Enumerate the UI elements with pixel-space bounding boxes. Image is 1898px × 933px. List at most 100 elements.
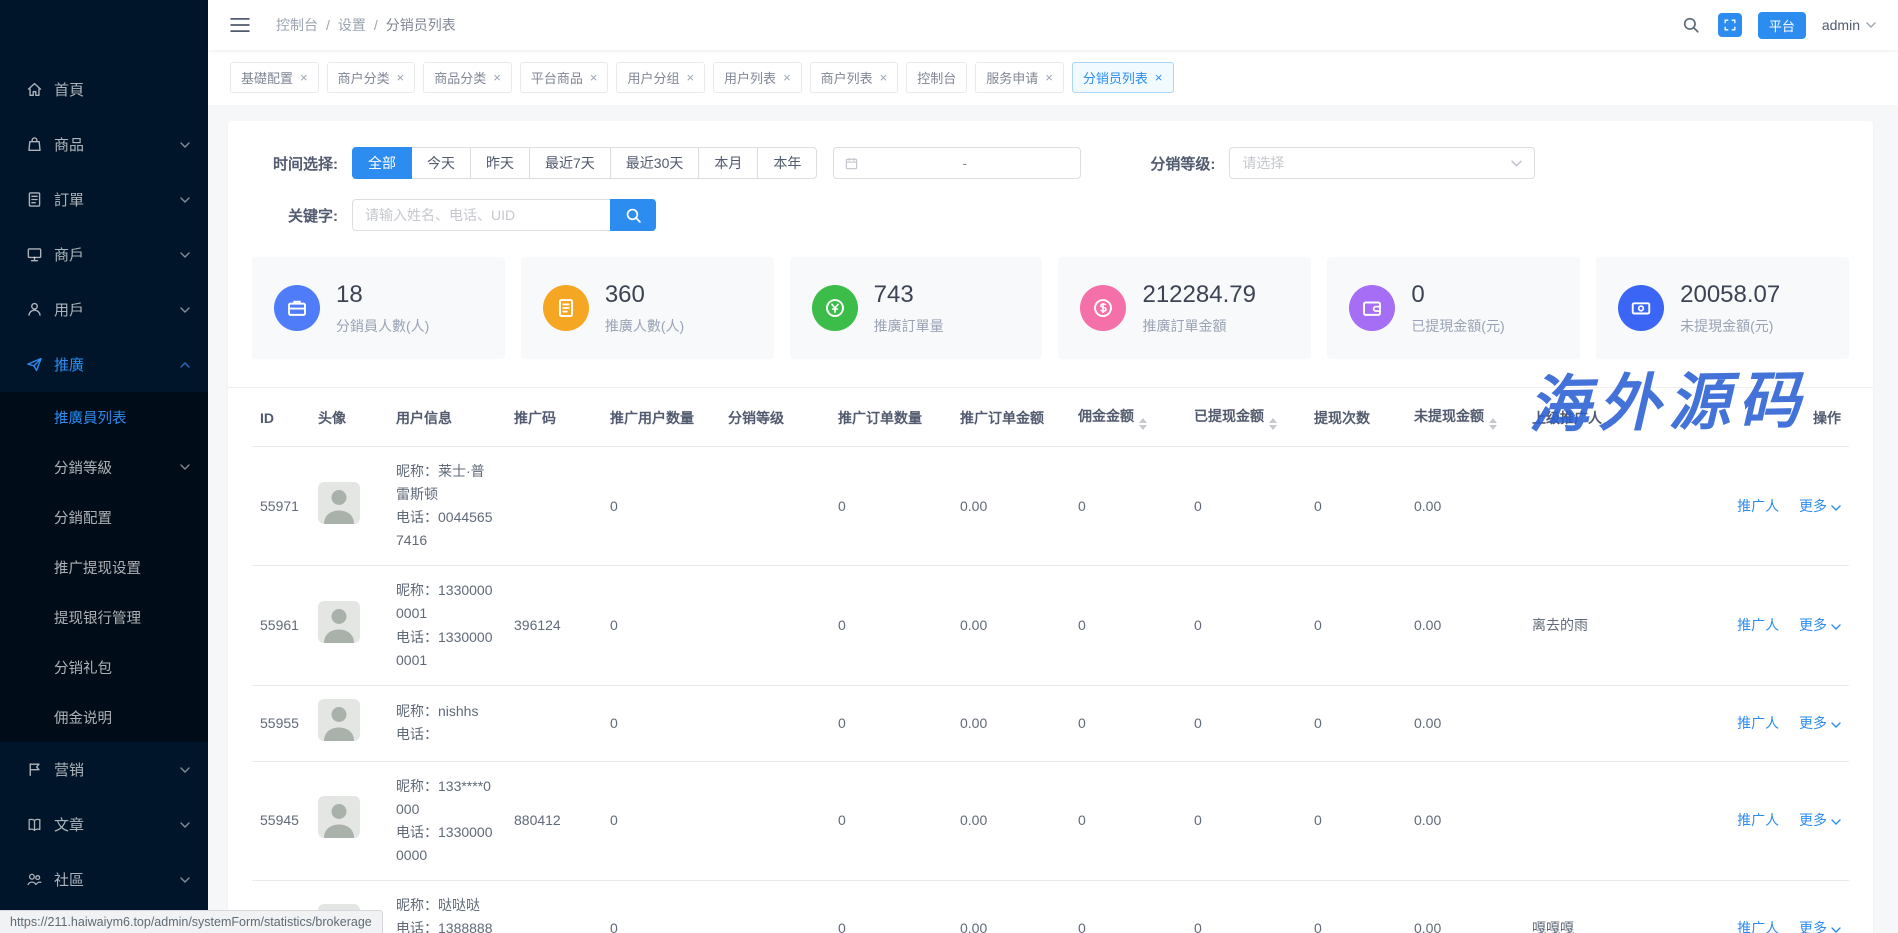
breadcrumb-item[interactable]: 设置 — [338, 15, 366, 35]
date-range-input[interactable]: - — [833, 147, 1081, 179]
cell-id: 55961 — [252, 566, 310, 685]
cell-promo-orders: 0 — [830, 447, 952, 566]
breadcrumb-item[interactable]: 控制台 — [276, 15, 318, 35]
promoter-link[interactable]: 推广人 — [1737, 920, 1779, 933]
distributor-table: ID头像用户信息推广码推广用户数量分销等级推广订单数量推广订单金额佣金金额已提现… — [252, 388, 1849, 933]
sidebar-item-label: 商戶 — [54, 244, 180, 265]
close-icon[interactable]: × — [1045, 71, 1053, 84]
cell-avatar — [310, 761, 388, 880]
tab-bar: 基礎配置 × 商户分类 × 商品分类 × 平台商品 × 用户分组 × 用户列表 … — [208, 50, 1898, 105]
sidebar-subitem-分銷配置[interactable]: 分銷配置 — [0, 492, 208, 542]
sidebar-item-推廣[interactable]: 推廣 — [0, 337, 208, 392]
time-filter-最近30天[interactable]: 最近30天 — [610, 147, 700, 179]
sidebar-subitem-分销礼包[interactable]: 分销礼包 — [0, 642, 208, 692]
promoter-link[interactable]: 推广人 — [1737, 812, 1779, 828]
time-filter-本年[interactable]: 本年 — [757, 147, 817, 179]
sidebar-item-label: 商品 — [54, 134, 180, 155]
tab-用户分组[interactable]: 用户分组 × — [616, 62, 705, 93]
time-filter-最近7天[interactable]: 最近7天 — [529, 147, 611, 179]
sort-icon[interactable] — [1489, 418, 1497, 430]
sidebar-menu: 首頁 商品 訂單 商戶 用戶 推廣 推廣員列表 分銷等級 分銷配置 — [0, 62, 208, 907]
promoter-link[interactable]: 推广人 — [1737, 715, 1779, 731]
close-icon[interactable]: × — [783, 71, 791, 84]
close-icon[interactable]: × — [686, 71, 694, 84]
sort-icon[interactable] — [1269, 418, 1277, 430]
cell-withdrawn: 0 — [1186, 881, 1306, 933]
promoter-link[interactable]: 推广人 — [1737, 617, 1779, 633]
more-link[interactable]: 更多 — [1799, 495, 1841, 518]
tab-分销员列表[interactable]: 分销员列表 × — [1072, 62, 1174, 93]
sidebar-item-商戶[interactable]: 商戶 — [0, 227, 208, 282]
tab-商户分类[interactable]: 商户分类 × — [327, 62, 416, 93]
stat-label: 推廣訂單量 — [874, 316, 944, 336]
close-icon[interactable]: × — [300, 71, 308, 84]
time-filter-昨天[interactable]: 昨天 — [470, 147, 530, 179]
sidebar-item-訂單[interactable]: 訂單 — [0, 172, 208, 227]
cell-promo-users: 0 — [602, 685, 720, 761]
promoter-link[interactable]: 推广人 — [1737, 498, 1779, 514]
close-icon[interactable]: × — [493, 71, 501, 84]
stat-card: 18 分銷員人數(人) — [252, 257, 505, 359]
sidebar-subitem-提现银行管理[interactable]: 提现银行管理 — [0, 592, 208, 642]
stat-value: 18 — [336, 281, 429, 309]
more-link[interactable]: 更多 — [1799, 917, 1841, 933]
cell-unwithdrawn: 0.00 — [1406, 881, 1524, 933]
tab-服务申请[interactable]: 服务申请 × — [975, 62, 1064, 93]
cell-commission: 0 — [1070, 685, 1186, 761]
keyword-search-button[interactable] — [610, 199, 656, 231]
more-link[interactable]: 更多 — [1799, 712, 1841, 735]
sidebar-item-首頁[interactable]: 首頁 — [0, 62, 208, 117]
close-icon[interactable]: × — [880, 71, 888, 84]
cell-commission: 0 — [1070, 447, 1186, 566]
cash-icon — [1618, 285, 1664, 331]
sidebar-subitem-佣金说明[interactable]: 佣金说明 — [0, 692, 208, 742]
cell-order-amount: 0.00 — [952, 566, 1070, 685]
cell-order-amount: 0.00 — [952, 881, 1070, 933]
level-select[interactable]: 请选择 — [1229, 147, 1535, 179]
cell-user-info: 昵称：13300000001电话：13300000001 — [388, 566, 506, 685]
keyword-input[interactable] — [352, 199, 610, 231]
time-filter-本月[interactable]: 本月 — [698, 147, 758, 179]
close-icon[interactable]: × — [1155, 71, 1163, 84]
search-icon[interactable] — [1680, 14, 1702, 36]
more-link[interactable]: 更多 — [1799, 809, 1841, 832]
sidebar-item-label: 社區 — [54, 869, 180, 890]
sidebar-item-营销[interactable]: 营销 — [0, 742, 208, 797]
sidebar-item-商品[interactable]: 商品 — [0, 117, 208, 172]
time-filter-今天[interactable]: 今天 — [411, 147, 471, 179]
time-filter-全部[interactable]: 全部 — [352, 147, 412, 179]
sidebar-subitem-推广提现设置[interactable]: 推广提现设置 — [0, 542, 208, 592]
cell-promo-code — [506, 447, 602, 566]
cell-withdrawn: 0 — [1186, 761, 1306, 880]
more-link[interactable]: 更多 — [1799, 614, 1841, 637]
coin-icon — [1080, 285, 1126, 331]
tab-用户列表[interactable]: 用户列表 × — [713, 62, 802, 93]
tab-控制台[interactable]: 控制台 — [906, 62, 967, 93]
sidebar-subitem-分銷等級[interactable]: 分銷等級 — [0, 442, 208, 492]
sidebar-item-文章[interactable]: 文章 — [0, 797, 208, 852]
sidebar-subitem-推廣員列表[interactable]: 推廣員列表 — [0, 392, 208, 442]
tab-基礎配置[interactable]: 基礎配置 × — [230, 62, 319, 93]
close-icon[interactable]: × — [397, 71, 405, 84]
cell-actions: 推广人 更多 — [1676, 881, 1849, 933]
promotion-icon — [26, 356, 43, 373]
column-header-提现次数: 提现次数 — [1306, 388, 1406, 447]
platform-badge[interactable]: 平台 — [1758, 12, 1806, 39]
cell-user-info: 昵称：哒哒哒电话：13888888888 — [388, 881, 506, 933]
stat-card: 0 已提現金額(元) — [1327, 257, 1580, 359]
cell-parent — [1524, 761, 1676, 880]
sort-icon[interactable] — [1139, 418, 1147, 430]
tab-平台商品[interactable]: 平台商品 × — [520, 62, 609, 93]
stat-value: 360 — [605, 281, 684, 309]
sidebar-item-用戶[interactable]: 用戶 — [0, 282, 208, 337]
tab-商户列表[interactable]: 商户列表 × — [810, 62, 899, 93]
sidebar-item-社區[interactable]: 社區 — [0, 852, 208, 907]
tab-商品分类[interactable]: 商品分类 × — [423, 62, 512, 93]
cell-actions: 推广人 更多 — [1676, 566, 1849, 685]
cell-user-info: 昵称：133****0000电话：13300000000 — [388, 761, 506, 880]
user-menu[interactable]: admin — [1822, 17, 1876, 33]
close-icon[interactable]: × — [590, 71, 598, 84]
menu-toggle-icon[interactable] — [230, 16, 250, 34]
fullscreen-icon[interactable] — [1718, 13, 1742, 37]
keyword-label: 关键字: — [252, 205, 338, 226]
